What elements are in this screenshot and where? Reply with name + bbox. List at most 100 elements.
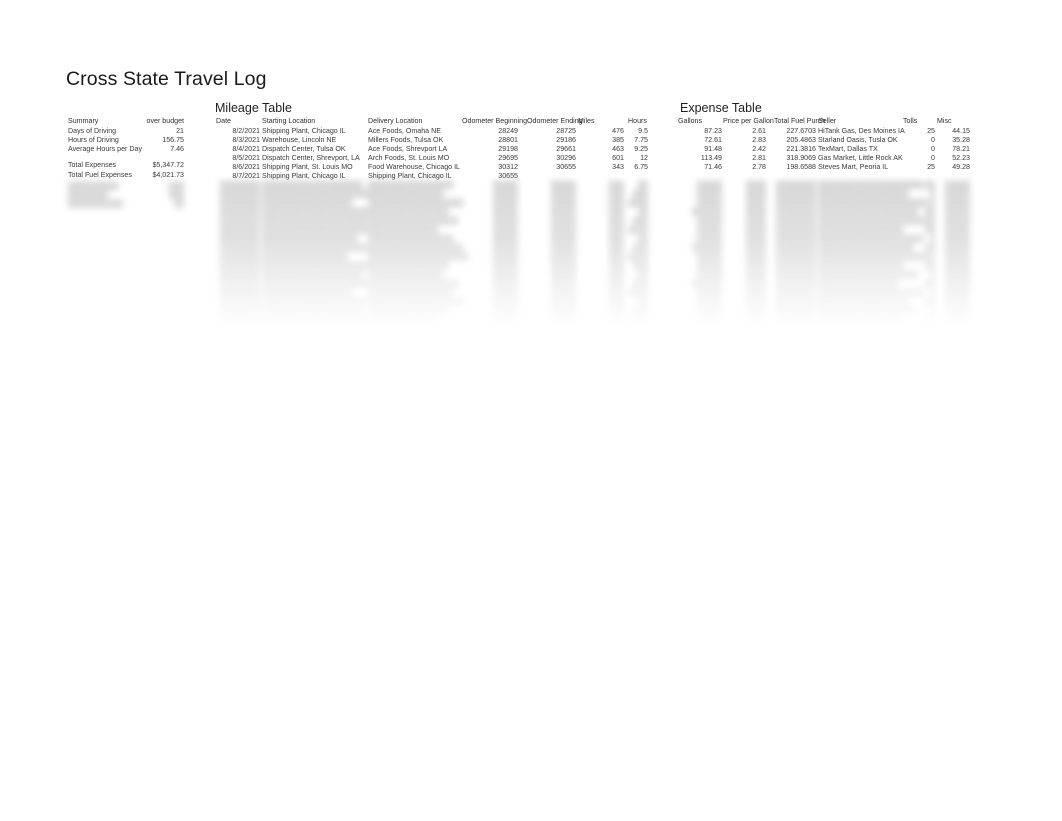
faded-cell-miles: ███ [608, 271, 624, 279]
cell-odometer-ending: 30296 [556, 154, 576, 162]
faded-summary-label: ████████ [68, 191, 109, 199]
faded-cell-delivery-location: ██████████████ [368, 316, 439, 324]
cell-starting-location: Dispatch Center, Tulsa OK [262, 145, 346, 153]
faded-cell-tolls: ██ [924, 226, 935, 234]
faded-cell-tolls: ██ [924, 181, 935, 189]
faded-cell-odometer-beginning: █████ [492, 190, 518, 198]
cell-total-fuel-purch: 205.4863 [786, 136, 816, 144]
faded-cell-misc: █████ [944, 235, 970, 243]
faded-cell-hours: ████ [627, 199, 648, 207]
faded-cell-starting-location: █████████████████████ [262, 298, 368, 306]
faded-cell-miles: ███ [608, 181, 624, 189]
cell-miles: 385 [612, 136, 624, 144]
faded-cell-odometer-ending: █████ [550, 190, 576, 198]
faded-cell-miles: ███ [608, 235, 624, 243]
faded-cell-total-fuel-purch: ████████ [775, 226, 816, 234]
faded-cell-tolls: █ [929, 235, 935, 243]
faded-cell-price-per-gallon: ████ [745, 190, 766, 198]
faded-cell-miles: ███ [608, 226, 624, 234]
faded-cell-miles: ███ [608, 217, 624, 225]
faded-cell-hours: ██ [637, 298, 648, 306]
faded-cell-misc: █████ [944, 208, 970, 216]
faded-cell-total-fuel-purch: ████████ [775, 190, 816, 198]
faded-cell-gallons: ██████ [691, 244, 722, 252]
cell-odometer-beginning: 28801 [498, 136, 518, 144]
faded-cell-misc: █████ [944, 271, 970, 279]
faded-cell-seller: █████████████████████ [818, 289, 924, 297]
cell-seller: TexMart, Dallas TX [818, 145, 878, 153]
faded-cell-price-per-gallon: ████ [745, 289, 766, 297]
faded-cell-odometer-ending: █████ [550, 244, 576, 252]
cell-delivery-location: Food Warehouse, Chicago IL [368, 163, 461, 171]
faded-cell-price-per-gallon: ████ [745, 235, 766, 243]
faded-cell-odometer-beginning: █████ [492, 235, 518, 243]
faded-cell-delivery-location: ████████████████ [368, 307, 449, 315]
faded-cell-delivery-location: █████████████████ [368, 235, 454, 243]
faded-cell-price-per-gallon: ████ [745, 181, 766, 189]
faded-cell-hours: ██ [637, 208, 648, 216]
faded-cell-odometer-beginning: █████ [492, 217, 518, 225]
faded-cell-total-fuel-purch: ████████ [775, 271, 816, 279]
faded-cell-odometer-ending: █████ [550, 235, 576, 243]
cell-miles: 343 [612, 163, 624, 171]
cell-delivery-location: Millers Foods, Tulsa OK [368, 136, 444, 144]
faded-cell-odometer-beginning: █████ [492, 271, 518, 279]
faded-cell-price-per-gallon: ████ [745, 298, 766, 306]
faded-cell-gallons: █████ [696, 226, 722, 234]
faded-cell-gallons: █████ [696, 190, 722, 198]
faded-cell-delivery-location: ████████████████████ [368, 253, 469, 261]
faded-cell-gallons: █████ [696, 289, 722, 297]
faded-cell-hours: ████ [627, 253, 648, 261]
faded-cell-misc: █████ [944, 226, 970, 234]
cell-odometer-ending: 29186 [556, 136, 576, 144]
cell-misc: 78.21 [952, 145, 970, 153]
summary-row-value: 21 [176, 127, 184, 135]
faded-cell-total-fuel-purch: ████████ [775, 253, 816, 261]
faded-cell-misc: █████ [944, 199, 970, 207]
faded-cell-total-fuel-purch: ████████ [775, 262, 816, 270]
faded-cell-delivery-location: ███████████████████ [368, 199, 464, 207]
cell-starting-location: Shipping Plant, Chicago IL [262, 127, 346, 135]
summary-row-label: Days of Driving [68, 127, 117, 135]
faded-cell-gallons: █████ [696, 316, 722, 324]
column-header-miles: Miles [578, 117, 595, 125]
faded-cell-hours: ███ [632, 217, 648, 225]
faded-cell-hours: ██ [637, 235, 648, 243]
faded-cell-price-per-gallon: ████ [745, 280, 766, 288]
faded-cell-miles: ███ [608, 253, 624, 261]
faded-cell-misc: █████ [944, 244, 970, 252]
faded-cell-seller: ████████████████████ [818, 307, 919, 315]
faded-cell-gallons: █████ [696, 253, 722, 261]
faded-cell-odometer-ending: █████ [550, 307, 576, 315]
faded-cell-seller: ██████████████████████ [818, 253, 929, 261]
column-header-tolls: Tolls [903, 117, 918, 125]
faded-cell-miles: ███ [608, 208, 624, 216]
faded-cell-misc: █████ [944, 307, 970, 315]
cell-tolls: 0 [931, 145, 935, 153]
cell-price-per-gallon: 2.78 [752, 163, 766, 171]
faded-summary-value: ██ [173, 200, 184, 208]
faded-cell-date: ████████ [219, 244, 260, 252]
faded-cell-odometer-ending: █████ [550, 289, 576, 297]
faded-cell-tolls: █ [929, 190, 935, 198]
cell-price-per-gallon: 2.61 [752, 127, 766, 135]
faded-cell-starting-location: ██████████████████████ [262, 262, 373, 270]
cell-starting-location: Shipping Plant, Chicago IL [262, 172, 346, 180]
faded-cell-hours: ███ [632, 244, 648, 252]
faded-cell-delivery-location: ███████████████████ [368, 244, 464, 252]
faded-cell-tolls: ██ [924, 262, 935, 270]
cell-gallons: 113.49 [700, 154, 722, 162]
faded-cell-seller: ████████████████ [818, 280, 899, 288]
faded-cell-total-fuel-purch: ████████ [775, 298, 816, 306]
cell-odometer-ending: 28725 [556, 127, 576, 135]
faded-cell-odometer-ending: █████ [550, 316, 576, 324]
faded-cell-total-fuel-purch: ████████ [775, 208, 816, 216]
faded-cell-odometer-ending: █████ [550, 262, 576, 270]
faded-cell-miles: ███ [608, 307, 624, 315]
faded-cell-date: ████████ [219, 217, 260, 225]
faded-cell-miles: ███ [608, 190, 624, 198]
column-header-delivery-location: Delivery Location [368, 117, 423, 125]
cell-seller: Gas Market, Little Rock AK [818, 154, 903, 162]
cell-misc: 35.28 [952, 136, 970, 144]
cell-odometer-beginning: 30655 [498, 172, 518, 180]
